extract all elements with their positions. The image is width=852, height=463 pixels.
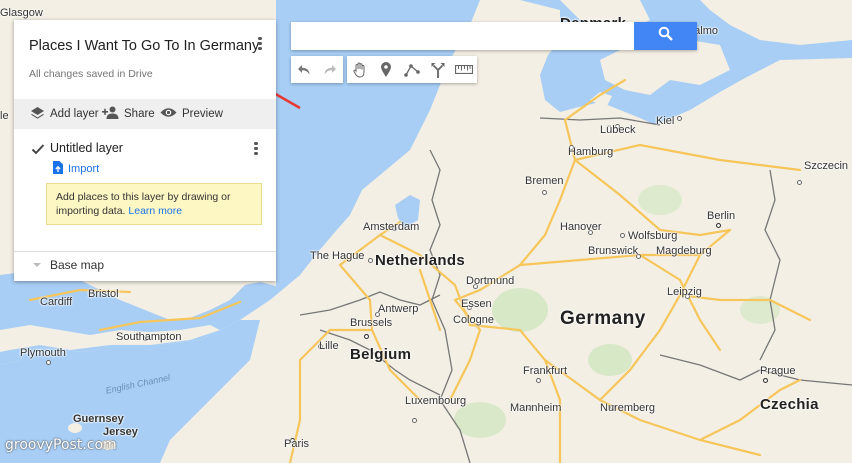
ruler-icon (455, 65, 473, 74)
map-label-paris: Paris (284, 438, 310, 450)
map-label-hanover: Hanover (560, 221, 602, 233)
draw-line-button[interactable] (399, 56, 425, 83)
hand-icon (353, 61, 365, 78)
map-label-germany: Germany (560, 308, 646, 329)
map-label-amsterdam: Amsterdam (363, 221, 420, 233)
map-label-le: le (0, 110, 9, 122)
map-label-bremen: Bremen (525, 175, 564, 187)
map-label-lille: Lille (319, 340, 339, 352)
file-upload-icon (53, 161, 63, 177)
layer-name[interactable]: Untitled layer (50, 141, 123, 155)
map-label-leipzig: Leipzig (667, 286, 702, 298)
map-toolbar (291, 56, 477, 83)
map-label-dortmund: Dortmund (466, 275, 515, 287)
search-button[interactable] (634, 22, 697, 50)
watermark: groovyPost.com (5, 437, 117, 453)
search-icon (658, 26, 673, 46)
undo-button[interactable] (291, 56, 317, 83)
measure-button[interactable] (451, 56, 477, 83)
search-input[interactable] (291, 22, 634, 50)
map-label-lubeck: Lübeck (600, 124, 636, 136)
map-label-bristol: Bristol (88, 288, 119, 300)
base-map-label: Base map (50, 258, 105, 272)
map-label-czechia: Czechia (760, 396, 819, 413)
import-label: Import (68, 163, 100, 175)
map-label-cologne: Cologne (453, 314, 494, 326)
map-label-luxembourg: Luxembourg (405, 395, 467, 407)
draw-tools (347, 56, 477, 83)
chevron-down-icon (32, 258, 42, 272)
marker-icon (381, 62, 391, 77)
layer-checkbox[interactable] (31, 142, 45, 156)
map-label-netherlands: Netherlands (375, 252, 465, 269)
layers-icon (30, 106, 45, 123)
add-layer-label: Add layer (50, 108, 99, 120)
map-label-guernsey: Guernsey (73, 413, 124, 425)
map-label-magdeburg: Magdeburg (656, 245, 712, 257)
search-box (291, 22, 697, 50)
map-label-brussels: Brussels (350, 317, 393, 329)
add-marker-button[interactable] (373, 56, 399, 83)
directions-button[interactable] (425, 56, 451, 83)
save-status: All changes saved in Drive (29, 68, 153, 80)
add-person-icon (102, 106, 119, 122)
map-label-kiel: Kiel (656, 115, 675, 127)
directions-icon (431, 62, 445, 78)
undo-icon (298, 64, 310, 74)
map-label-belgium: Belgium (350, 346, 412, 363)
preview-button[interactable]: Preview (160, 105, 223, 123)
share-label: Share (124, 108, 155, 120)
map-label-hamburg: Hamburg (568, 146, 614, 158)
history-tools (291, 56, 343, 83)
map-label-szczecin: Szczecin (804, 160, 849, 172)
map-options-icon[interactable] (256, 35, 264, 53)
share-button[interactable]: Share (102, 105, 155, 123)
redo-icon (324, 64, 336, 74)
checkmark-icon (31, 144, 45, 155)
import-link[interactable]: Import (53, 161, 99, 177)
map-label-southampton: Southampton (116, 331, 182, 343)
map-label-antwerp: Antwerp (378, 303, 419, 315)
map-label-brunswick: Brunswick (588, 245, 639, 257)
map-label-nuremberg: Nuremberg (600, 402, 656, 414)
map-label-glasgow: Glasgow (0, 7, 43, 19)
map-label-berlin: Berlin (707, 210, 736, 222)
map-title[interactable]: Places I Want To Go To In Germany (29, 38, 259, 54)
eye-icon (160, 107, 177, 121)
map-label-the-hague: The Hague (310, 250, 365, 262)
map-label-wolfsburg: Wolfsburg (628, 230, 678, 242)
draw-line-icon (404, 64, 420, 77)
map-info-panel: Places I Want To Go To In Germany All ch… (14, 20, 276, 281)
map-label-cardiff: Cardiff (40, 296, 73, 308)
add-layer-button[interactable]: Add layer (30, 105, 99, 123)
map-label-mannheim: Mannheim (510, 402, 562, 414)
redo-button[interactable] (317, 56, 343, 83)
panel-divider (14, 251, 276, 252)
map-label-prague: Prague (760, 365, 796, 377)
learn-more-link[interactable]: Learn more (128, 205, 182, 217)
layer-tip: Add places to this layer by drawing or i… (46, 183, 262, 225)
map-label-essen: Essen (461, 298, 492, 310)
preview-label: Preview (182, 108, 223, 120)
pan-button[interactable] (347, 56, 373, 83)
map-label-frankfurt: Frankfurt (523, 365, 568, 377)
panel-toolbar: Add layer Share Preview (14, 99, 276, 129)
map-label-plymouth: Plymouth (20, 347, 66, 359)
layer-options-icon[interactable] (252, 140, 260, 158)
base-map-toggle[interactable]: Base map (32, 258, 104, 272)
